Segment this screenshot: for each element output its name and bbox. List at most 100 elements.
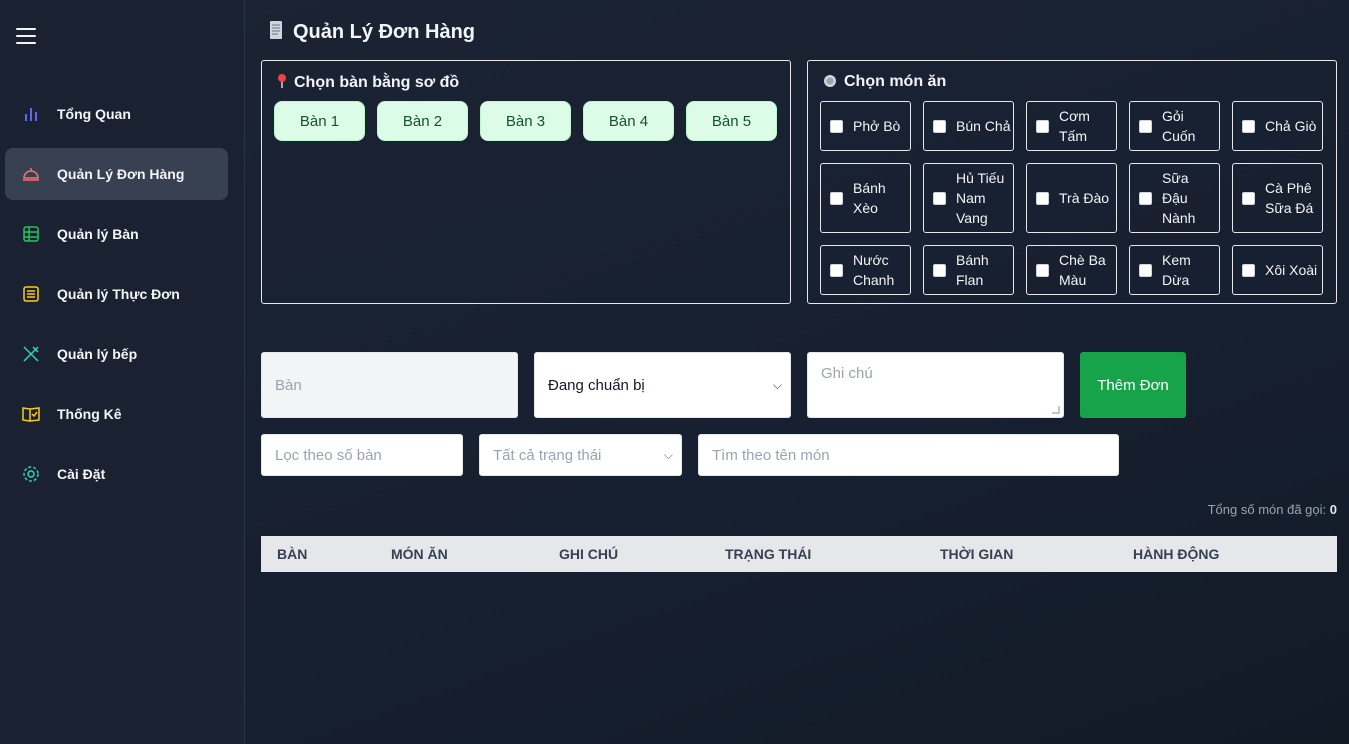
dish-checkbox[interactable]: [1139, 263, 1152, 277]
column-header: HÀNH ĐỘNG: [1133, 546, 1220, 562]
dish-option[interactable]: Bún Chả: [923, 101, 1014, 151]
dish-grid: Phở Bò Bún Chả Cơm Tấm Gỏi Cuốn Chả Giò …: [820, 101, 1323, 295]
sidebar-item-stats[interactable]: Thống Kê: [5, 388, 228, 440]
total-items-count: 0: [1329, 502, 1337, 517]
dish-select-panel: Chọn món ăn Phở Bò Bún Chả Cơm Tấm Gỏi C…: [807, 60, 1337, 304]
dish-label: Xôi Xoài: [1265, 262, 1318, 278]
table-number-input[interactable]: Bàn: [261, 352, 518, 418]
total-items-label: Tổng số món đã gọi:: [1207, 502, 1327, 517]
dish-option[interactable]: Kem Dừa: [1129, 245, 1220, 295]
sidebar-item-kitchen[interactable]: Quản lý bếp: [5, 328, 228, 380]
dish-checkbox[interactable]: [1242, 119, 1255, 133]
bar-chart-icon: [21, 104, 41, 124]
dish-label: Hủ Tiếu Nam Vang: [956, 170, 1005, 226]
dish-checkbox[interactable]: [1242, 263, 1255, 277]
dish-option[interactable]: Nước Chanh: [820, 245, 911, 295]
dish-label: Kem Dừa: [1162, 252, 1191, 288]
dish-label: Cơm Tấm: [1059, 108, 1090, 144]
dish-option[interactable]: Phở Bò: [820, 101, 911, 151]
dish-label: Gỏi Cuốn: [1162, 108, 1196, 144]
dish-checkbox[interactable]: [933, 191, 946, 205]
sidebar-item-overview[interactable]: Tổng Quan: [5, 88, 228, 140]
dish-checkbox[interactable]: [1139, 191, 1152, 205]
sidebar-nav: Tổng Quan Quản Lý Đơn Hàng Quản lý Bàn Q…: [5, 88, 228, 508]
dish-checkbox[interactable]: [1036, 191, 1049, 205]
chevron-down-icon: ⌵: [772, 377, 782, 392]
sidebar-item-menu[interactable]: Quản lý Thực Đơn: [5, 268, 228, 320]
filter-table-input[interactable]: Lọc theo số bàn: [261, 434, 463, 476]
sidebar-item-settings[interactable]: Cài Đặt: [5, 448, 228, 500]
dish-option[interactable]: Xôi Xoài: [1232, 245, 1323, 295]
dish-label: Chả Giò: [1265, 118, 1317, 134]
dish-label: Nước Chanh: [853, 252, 895, 288]
dish-label: Bánh Xèo: [853, 180, 886, 216]
dish-checkbox[interactable]: [830, 191, 843, 205]
book-check-icon: [21, 404, 41, 424]
dish-option[interactable]: Bánh Flan: [923, 245, 1014, 295]
receipt-icon: [267, 20, 285, 45]
column-header: BÀN: [277, 546, 308, 562]
table-button-5[interactable]: Bàn 5: [686, 101, 777, 141]
hamburger-menu-icon[interactable]: [16, 28, 36, 44]
dish-label: Sữa Đậu Nành: [1162, 170, 1196, 226]
utensils-icon: [21, 344, 41, 364]
dish-option[interactable]: Cà Phê Sữa Đá: [1232, 163, 1323, 233]
dish-option[interactable]: Gỏi Cuốn: [1129, 101, 1220, 151]
note-textarea[interactable]: Ghi chú: [807, 352, 1064, 418]
pin-icon: [276, 73, 288, 92]
dish-option[interactable]: Chè Ba Màu: [1026, 245, 1117, 295]
dish-option[interactable]: Chả Giò: [1232, 101, 1323, 151]
dish-label: Cà Phê Sữa Đá: [1265, 180, 1314, 216]
dish-panel-title: Chọn món ăn: [844, 73, 947, 90]
sidebar-item-label: Cài Đặt: [57, 466, 106, 482]
table-button-4[interactable]: Bàn 4: [583, 101, 674, 141]
dish-label: Chè Ba Màu: [1059, 252, 1106, 288]
dish-option[interactable]: Sữa Đậu Nành: [1129, 163, 1220, 233]
sidebar-item-label: Quản lý Bàn: [57, 226, 139, 242]
dish-checkbox[interactable]: [1036, 263, 1049, 277]
sidebar-item-tables[interactable]: Quản lý Bàn: [5, 208, 228, 260]
orders-table-header: BÀN MÓN ĂN GHI CHÚ TRẠNG THÁI THỜI GIAN …: [261, 536, 1337, 572]
table-button-2[interactable]: Bàn 2: [377, 101, 468, 141]
table-button-list: Bàn 1 Bàn 2 Bàn 3 Bàn 4 Bàn 5: [274, 101, 777, 141]
dish-checkbox[interactable]: [830, 119, 843, 133]
search-dish-input[interactable]: Tìm theo tên món: [698, 434, 1119, 476]
column-header: TRẠNG THÁI: [725, 546, 812, 562]
service-bell-icon: [21, 164, 41, 184]
plate-icon: [822, 74, 838, 91]
sidebar-item-label: Quản lý Thực Đơn: [57, 286, 180, 302]
order-status-value: Đang chuẩn bị: [548, 376, 645, 394]
dish-checkbox[interactable]: [1242, 191, 1255, 205]
page-title: Quản Lý Đơn Hàng: [267, 20, 475, 45]
sidebar-item-orders[interactable]: Quản Lý Đơn Hàng: [5, 148, 228, 200]
table-button-1[interactable]: Bàn 1: [274, 101, 365, 141]
dish-checkbox[interactable]: [933, 263, 946, 277]
dish-label: Bánh Flan: [956, 252, 989, 288]
sidebar: Tổng Quan Quản Lý Đơn Hàng Quản lý Bàn Q…: [0, 0, 245, 744]
note-placeholder: Ghi chú: [821, 365, 873, 382]
dish-checkbox[interactable]: [933, 119, 946, 133]
gear-icon: [21, 464, 41, 484]
dish-option[interactable]: Hủ Tiếu Nam Vang: [923, 163, 1014, 233]
table-grid-icon: [21, 224, 41, 244]
filter-status-select[interactable]: Tất cả trạng thái ⌵: [479, 434, 682, 476]
dish-panel-header: Chọn món ăn: [822, 73, 946, 91]
sidebar-item-label: Quản Lý Đơn Hàng: [57, 166, 185, 182]
dish-option[interactable]: Cơm Tấm: [1026, 101, 1117, 151]
column-header: MÓN ĂN: [391, 546, 448, 562]
add-order-button[interactable]: Thêm Đơn: [1080, 352, 1186, 418]
filter-status-value: Tất cả trạng thái: [493, 446, 602, 464]
table-button-3[interactable]: Bàn 3: [480, 101, 571, 141]
order-status-select[interactable]: Đang chuẩn bị ⌵: [534, 352, 791, 418]
dish-option[interactable]: Trà Đào: [1026, 163, 1117, 233]
dish-checkbox[interactable]: [1036, 119, 1049, 133]
page-title-text: Quản Lý Đơn Hàng: [293, 21, 476, 43]
resize-handle-icon[interactable]: [1052, 406, 1060, 414]
column-header: THỜI GIAN: [940, 546, 1014, 562]
dish-checkbox[interactable]: [830, 263, 843, 277]
dish-checkbox[interactable]: [1139, 119, 1152, 133]
menu-list-icon: [21, 284, 41, 304]
dish-option[interactable]: Bánh Xèo: [820, 163, 911, 233]
chevron-down-icon: ⌵: [663, 447, 673, 462]
dish-label: Phở Bò: [853, 118, 901, 134]
